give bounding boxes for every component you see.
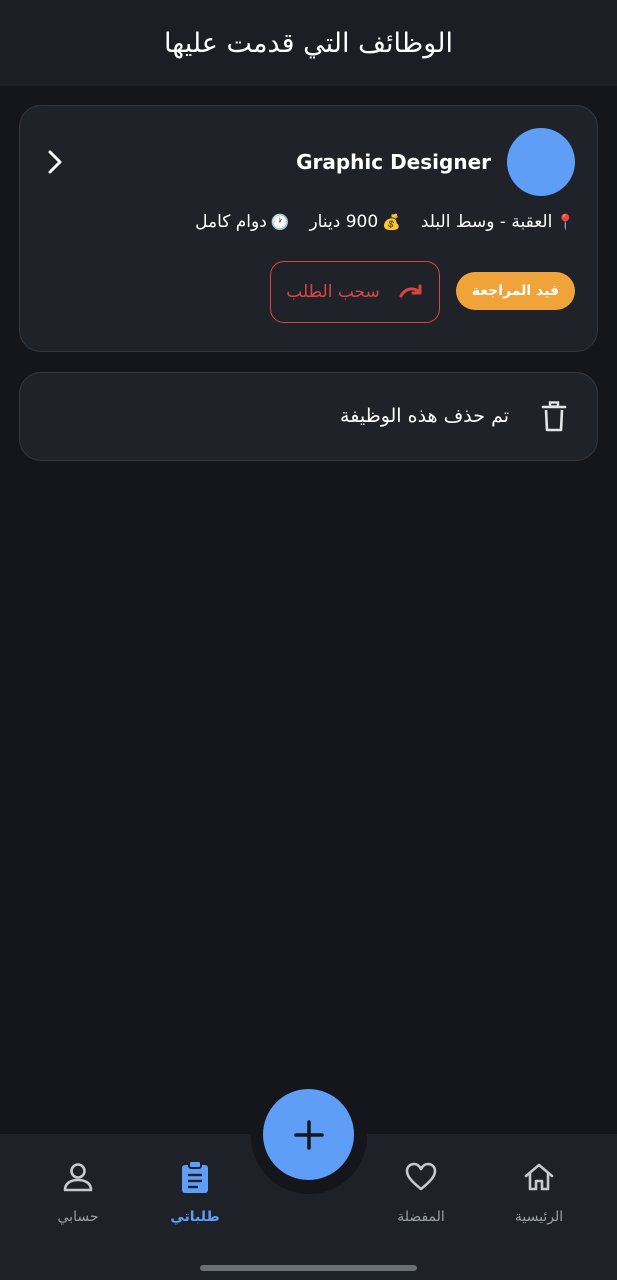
nav-label-account: حسابي — [57, 1209, 99, 1225]
job-title: Graphic Designer — [296, 150, 491, 174]
nav-item-favorites[interactable]: المفضلة — [366, 1160, 476, 1225]
withdraw-application-button[interactable]: سحب الطلب — [270, 261, 440, 323]
job-location-text: العقبة - وسط البلد — [420, 212, 553, 232]
job-salary: 💰 900 دينار — [309, 212, 400, 232]
nav-label-home: الرئيسية — [514, 1209, 564, 1225]
nav-item-home[interactable]: الرئيسية — [484, 1160, 594, 1225]
chevron-right-icon[interactable] — [42, 148, 68, 176]
clock-icon: 🕐 — [270, 213, 290, 231]
add-button[interactable] — [263, 1089, 354, 1180]
job-application-card[interactable]: Graphic Designer 📍 العقبة - وسط البلد 💰 … — [19, 105, 598, 352]
trash-icon — [541, 401, 567, 432]
user-icon — [63, 1163, 93, 1192]
company-avatar — [507, 128, 575, 196]
clipboard-icon — [182, 1160, 208, 1193]
page-title: الوظائف التي قدمت عليها — [164, 27, 453, 59]
deleted-job-message: تم حذف هذه الوظيفة — [340, 405, 509, 427]
status-badge: قيد المراجعة — [455, 272, 575, 310]
withdraw-button-label: سحب الطلب — [286, 282, 380, 302]
nav-label-favorites: المفضلة — [397, 1209, 445, 1225]
job-type: 🕐 دوام كامل — [195, 212, 289, 232]
deleted-job-card: تم حذف هذه الوظيفة — [19, 372, 598, 461]
nav-label-my-applications: طلباتي — [170, 1209, 220, 1225]
nav-item-account[interactable]: حسابي — [23, 1160, 133, 1225]
job-type-text: دوام كامل — [195, 212, 267, 232]
job-meta-row: 📍 العقبة - وسط البلد 💰 900 دينار 🕐 دوام … — [195, 212, 575, 232]
heart-icon — [405, 1162, 437, 1191]
job-salary-text: 900 دينار — [309, 212, 379, 232]
job-location: 📍 العقبة - وسط البلد — [421, 212, 575, 232]
home-icon — [524, 1163, 554, 1191]
location-pin-icon: 📍 — [556, 213, 575, 231]
app-header: الوظائف التي قدمت عليها — [0, 0, 617, 86]
home-indicator[interactable] — [200, 1265, 417, 1271]
redo-icon — [399, 284, 422, 298]
nav-item-my-applications[interactable]: طلباتي — [140, 1160, 250, 1225]
money-bag-icon: 💰 — [382, 213, 401, 231]
plus-icon — [293, 1119, 324, 1150]
